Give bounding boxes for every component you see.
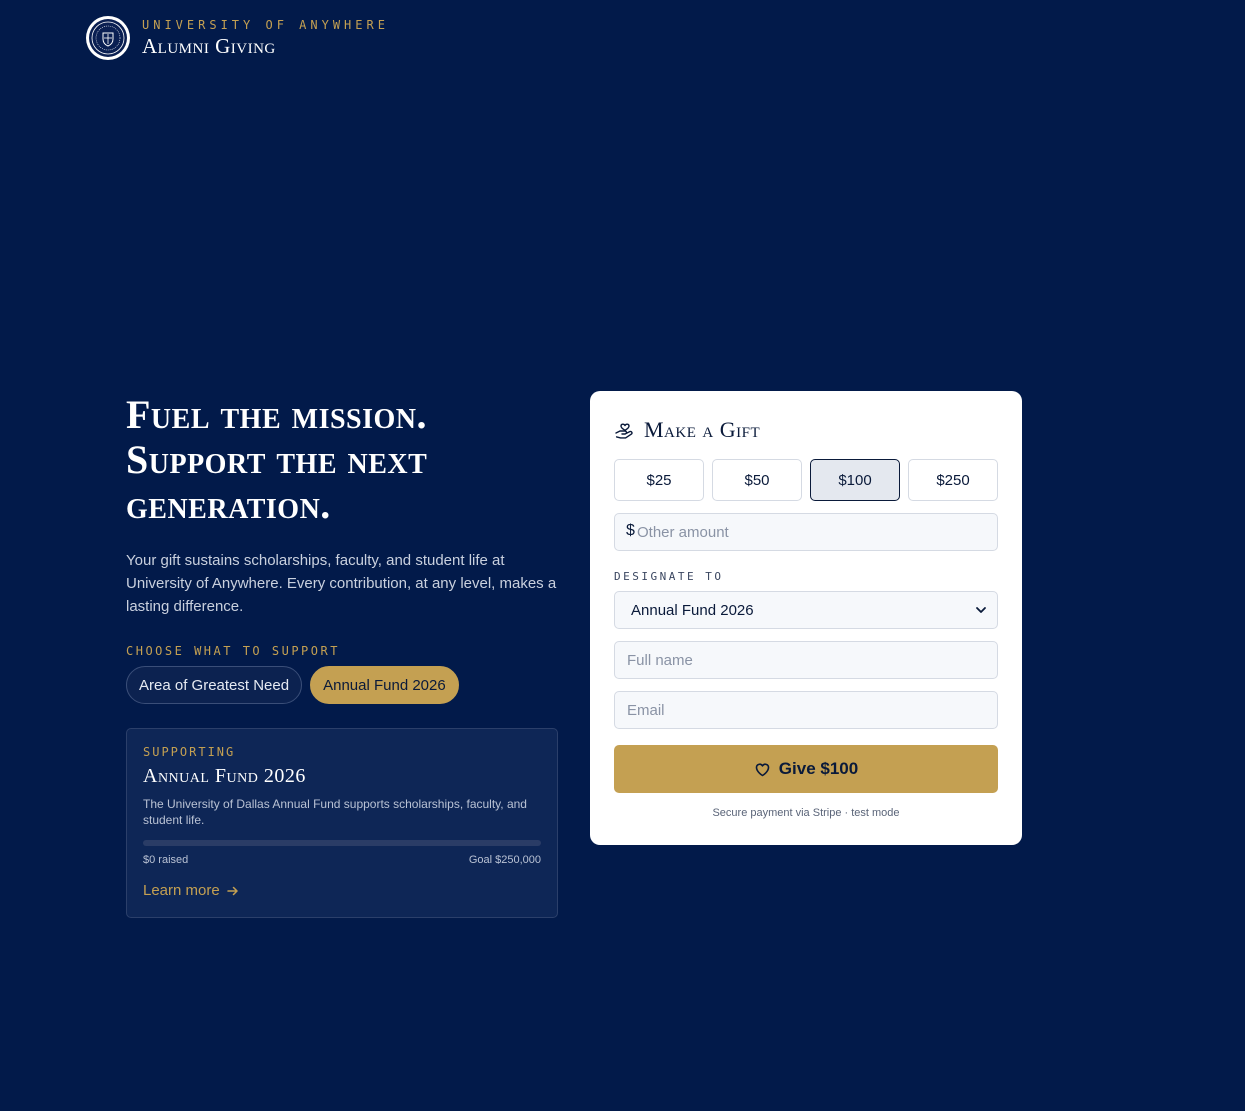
gift-form-card: Make a Gift $25 $50 $100 $250 $ DESIGNAT… [590,391,1022,845]
gift-title: Make a Gift [644,417,761,442]
chip-greatest-need[interactable]: Area of Greatest Need [126,666,303,704]
hand-heart-icon [615,423,633,439]
hero-line-1: Fuel the mission. [126,392,428,437]
chip-annual-fund[interactable]: Annual Fund 2026 [310,666,459,704]
arrow-right-icon [226,886,238,895]
page: UNIVERSITY OF ANYWHERE Alumni Giving Fue… [0,0,1245,1111]
amount-25-button[interactable]: $25 [614,459,704,501]
other-amount-input[interactable] [614,513,998,551]
supporting-card: SUPPORTING Annual Fund 2026 The Universi… [126,728,558,918]
fund-chips: Area of Greatest Need Annual Fund 2026 [126,666,558,704]
other-amount-wrapper: $ [614,513,998,551]
learn-more-link[interactable]: Learn more [143,882,541,899]
intro-section: Fuel the mission. Support the next gener… [126,392,558,918]
university-seal-logo [86,16,130,60]
site-title: Alumni Giving [142,33,276,58]
give-button[interactable]: Give $100 [614,745,998,793]
supporting-description: The University of Dallas Annual Fund sup… [143,797,527,827]
supporting-title: Annual Fund 2026 [143,765,306,787]
secure-payment-note: Secure payment via Stripe · test mode [712,807,900,819]
dollar-prefix: $ [626,522,635,539]
designation-select[interactable]: Annual Fund 2026 [614,591,998,629]
amount-250-button[interactable]: $250 [908,459,998,501]
raised-amount: $0 raised [143,854,189,866]
supporting-label: SUPPORTING [143,745,236,759]
hero-heading: Fuel the mission. Support the next gener… [126,392,558,527]
email-input[interactable] [614,691,998,729]
choose-label: CHOOSE WHAT TO SUPPORT [126,644,340,658]
designate-label: DESIGNATE TO [614,570,724,583]
hero-line-2: Support the next [126,437,428,482]
amount-options: $25 $50 $100 $250 [614,459,998,501]
give-button-label: Give $100 [778,759,859,778]
goal-amount: Goal $250,000 [468,854,541,866]
heart-icon [755,763,770,776]
designation-value: Annual Fund 2026 [631,601,754,619]
amount-100-button[interactable]: $100 [810,459,900,501]
brand[interactable]: UNIVERSITY OF ANYWHERE Alumni Giving [86,16,389,60]
hero-lede: Your gift sustains scholarships, faculty… [126,552,557,615]
hero-line-3: generation. [126,482,331,527]
full-name-input[interactable] [614,641,998,679]
fund-progress-bar [143,840,541,846]
amount-50-button[interactable]: $50 [712,459,802,501]
chevron-down-icon [976,607,986,613]
university-name: UNIVERSITY OF ANYWHERE [142,17,389,32]
learn-more-label: Learn more [143,882,220,899]
